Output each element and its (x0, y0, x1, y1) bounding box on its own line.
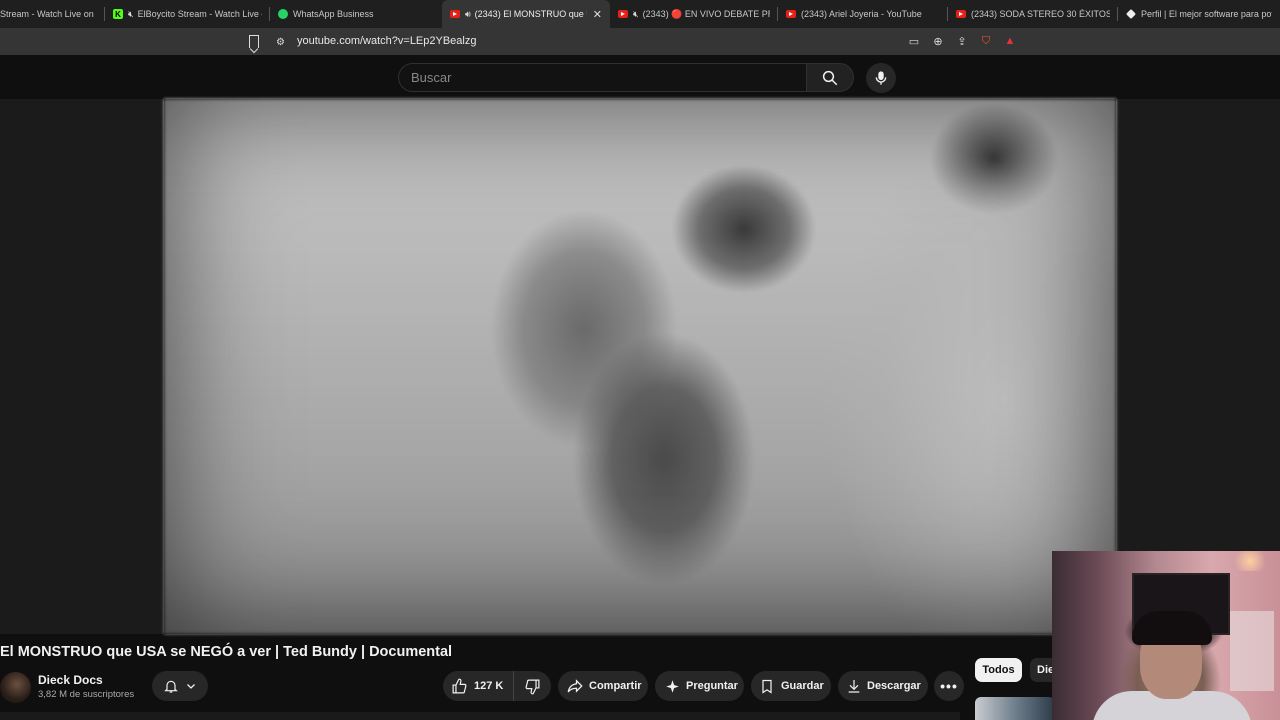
download-label: Descargar (867, 680, 921, 692)
like-dislike-group: 127 K (443, 671, 551, 701)
url-field[interactable]: youtube.com/watch?v=LEp2YBealzg (297, 35, 476, 47)
share-icon (567, 679, 583, 693)
brave-rewards-icon[interactable]: ▲ (1002, 33, 1018, 49)
whatsapp-icon (278, 9, 288, 19)
bookmark-icon[interactable] (249, 35, 259, 48)
thumbs-up-icon (452, 678, 467, 693)
notifications-button[interactable] (152, 671, 208, 701)
speaker-icon[interactable]: 🔊︎ (465, 9, 471, 20)
browser-tab[interactable]: (2343) SODA STEREO 30 ÉXITOS CLÁ (948, 0, 1118, 28)
youtube-icon (618, 10, 628, 18)
chevron-down-icon (187, 684, 195, 689)
video-title: El MONSTRUO que USA se NEGÓ a ver | Ted … (0, 644, 453, 660)
tab-title: (2343) 🔴 EN VIVO DEBATE PRES (642, 8, 770, 19)
microphone-icon (875, 71, 887, 85)
bookmark-save-icon (762, 679, 772, 694)
voice-search-button[interactable] (866, 63, 896, 93)
tab-title: WhatsApp Business (293, 9, 374, 19)
webcam-overlay (1052, 551, 1280, 720)
page-bottom-edge (0, 712, 960, 720)
generic-site-icon (1126, 9, 1136, 19)
tab-title: (2343) El MONSTRUO que US (474, 9, 587, 19)
tab-title: Stream - Watch Live on K (0, 9, 97, 19)
search-button[interactable] (806, 63, 854, 92)
video-frame[interactable] (164, 99, 1116, 634)
search-input[interactable] (399, 64, 806, 91)
dislike-button[interactable] (514, 671, 551, 701)
browser-tab[interactable]: WhatsApp Business (270, 0, 442, 28)
more-actions-button[interactable]: ••• (934, 671, 964, 701)
channel-avatar[interactable] (0, 672, 31, 703)
address-bar-actions: ▭ ⊕ ⇪ ⛉ ▲ (906, 33, 1018, 49)
site-settings-icon[interactable]: ⚙︎ (276, 37, 285, 48)
search-box (398, 63, 806, 92)
webcam-person-hair (1132, 611, 1212, 645)
tab-title: (2343) Ariel Joyeria - YouTube (801, 9, 922, 19)
channel-name[interactable]: Dieck Docs (38, 673, 103, 687)
browser-tab[interactable]: (2343) Ariel Joyeria - YouTube (778, 0, 948, 28)
browser-tab-strip: Stream - Watch Live on K K 🔇︎ ElBoycito … (0, 0, 1280, 28)
youtube-icon (786, 10, 796, 18)
like-count: 127 K (474, 680, 504, 692)
subscriber-count: 3,82 M de suscriptores (38, 689, 135, 700)
more-icon: ••• (940, 678, 958, 694)
share-label: Compartir (589, 680, 642, 692)
ask-button[interactable]: Preguntar (655, 671, 744, 701)
download-icon (848, 680, 860, 693)
sparkle-icon (666, 679, 679, 693)
share-page-icon[interactable]: ⇪ (954, 33, 970, 49)
kick-icon: K (113, 9, 123, 19)
share-button[interactable]: Compartir (558, 671, 648, 701)
ask-label: Preguntar (686, 680, 738, 692)
address-bar: ⚙︎ youtube.com/watch?v=LEp2YBealzg ▭ ⊕ ⇪… (0, 28, 1280, 55)
tab-title: ElBoycito Stream - Watch Live on (137, 9, 262, 19)
close-tab-icon[interactable]: ✕ (593, 8, 602, 21)
cast-icon[interactable]: ▭ (906, 33, 922, 49)
bell-icon (164, 680, 178, 693)
save-button[interactable]: Guardar (751, 671, 831, 701)
brave-shields-icon[interactable]: ⛉ (978, 33, 994, 49)
recommended-thumbnail[interactable] (975, 697, 1055, 720)
muted-speaker-icon[interactable]: 🔇︎ (633, 9, 639, 20)
tab-title: Perfil | El mejor software para poten (1141, 9, 1272, 19)
youtube-icon (450, 10, 460, 18)
webcam-poster (1230, 611, 1274, 691)
browser-tab[interactable]: K 🔇︎ ElBoycito Stream - Watch Live on (105, 0, 270, 28)
zoom-icon[interactable]: ⊕ (930, 33, 946, 49)
search-icon (822, 70, 838, 85)
browser-tab-active[interactable]: 🔊︎ (2343) El MONSTRUO que US ✕ (442, 0, 610, 28)
thumbs-down-icon (525, 679, 540, 694)
save-label: Guardar (781, 680, 824, 692)
tab-title: (2343) SODA STEREO 30 ÉXITOS CLÁ (971, 9, 1110, 19)
browser-tab[interactable]: 🔇︎ (2343) 🔴 EN VIVO DEBATE PRES (610, 0, 778, 28)
chip-all[interactable]: Todos (975, 658, 1022, 682)
webcam-lamp (1230, 551, 1270, 571)
like-button[interactable]: 127 K (443, 671, 514, 701)
browser-tab[interactable]: Stream - Watch Live on K (0, 0, 105, 28)
muted-speaker-icon[interactable]: 🔇︎ (128, 9, 134, 20)
browser-tab[interactable]: Perfil | El mejor software para poten (1118, 0, 1280, 28)
download-button[interactable]: Descargar (838, 671, 928, 701)
youtube-icon (956, 10, 966, 18)
youtube-header (0, 55, 1280, 99)
screen: Stream - Watch Live on K K 🔇︎ ElBoycito … (0, 0, 1280, 720)
